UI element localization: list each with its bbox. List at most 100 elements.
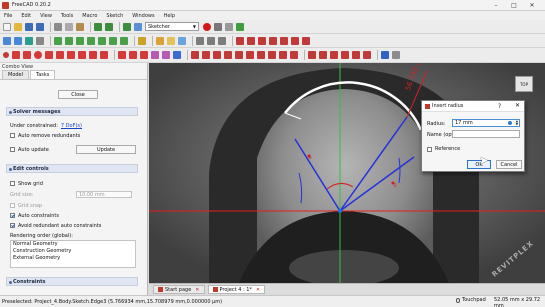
polygon-icon[interactable]: [89, 51, 97, 59]
point-icon[interactable]: [3, 52, 9, 58]
sketch-tool-3-icon[interactable]: [258, 36, 266, 45]
expression-binding-icon[interactable]: [508, 121, 512, 125]
line-icon[interactable]: [12, 51, 20, 59]
close-task-button[interactable]: Close: [58, 90, 98, 99]
auto-remove-redundants-checkbox[interactable]: [10, 133, 15, 138]
equal-constraint-icon[interactable]: [268, 51, 276, 59]
update-button[interactable]: Update: [76, 145, 136, 154]
reference-checkbox[interactable]: [427, 146, 432, 152]
perpendicular-constraint-icon[interactable]: [246, 51, 254, 59]
reference-row[interactable]: Reference: [427, 146, 460, 152]
link-icon[interactable]: [178, 36, 186, 45]
vertical-distance-icon[interactable]: [330, 51, 338, 59]
open-file-icon[interactable]: [14, 22, 22, 31]
auto-constraints-checkbox[interactable]: [10, 213, 15, 218]
show-grid-row[interactable]: Show grid: [10, 180, 43, 187]
minimize-button[interactable]: –: [489, 0, 503, 11]
radius-input[interactable]: 17 mm ▲ ▼: [452, 119, 520, 127]
circle-icon[interactable]: [34, 51, 42, 59]
3d-viewport[interactable]: 8 8 56.732 mm: [149, 63, 545, 283]
fillet-icon[interactable]: [118, 51, 126, 59]
edit-macro-icon[interactable]: [225, 22, 233, 31]
symmetric-constraint-icon[interactable]: [279, 51, 287, 59]
sketch-tool-5-icon[interactable]: [280, 36, 288, 45]
sketch-tool-7-icon[interactable]: [302, 36, 310, 45]
dialog-close-button[interactable]: ✕: [515, 102, 520, 109]
edit-controls-header[interactable]: Edit controls: [6, 164, 138, 173]
lock-constraint-icon[interactable]: [308, 51, 316, 59]
redo-icon[interactable]: [105, 22, 113, 31]
sketch-tool-2-icon[interactable]: [247, 36, 255, 45]
menu-help[interactable]: Help: [164, 13, 175, 19]
workbench-selector[interactable]: Sketcher ▼: [145, 22, 199, 31]
list-item[interactable]: External Geometry: [13, 255, 135, 262]
cut-icon[interactable]: [54, 22, 62, 31]
constraints-header[interactable]: Constraints: [6, 277, 138, 286]
menu-edit[interactable]: Edit: [21, 13, 31, 19]
show-grid-checkbox[interactable]: [10, 181, 15, 186]
distance-constraint-icon[interactable]: [341, 51, 349, 59]
fit-all-icon[interactable]: [3, 36, 11, 45]
conic-icon[interactable]: [45, 51, 53, 59]
navigation-cube[interactable]: TOP: [515, 76, 533, 92]
view-sketch-icon[interactable]: [207, 36, 215, 45]
spin-arrows-icon[interactable]: ▲ ▼: [516, 120, 518, 126]
horizontal-constraint-icon[interactable]: [224, 51, 232, 59]
toggle-active-icon[interactable]: [392, 51, 400, 59]
whats-this-icon[interactable]: [134, 22, 142, 31]
horizontal-distance-icon[interactable]: [319, 51, 327, 59]
rendering-order-list[interactable]: Normal Geometry Construction Geometry Ex…: [10, 240, 136, 268]
tab-tasks[interactable]: Tasks: [30, 70, 56, 79]
close-tab-icon[interactable]: ✕: [256, 287, 260, 293]
sketch-tool-4-icon[interactable]: [269, 36, 277, 45]
paste-icon[interactable]: [76, 22, 84, 31]
menu-file[interactable]: File: [4, 13, 12, 19]
isometric-view-icon[interactable]: [54, 36, 62, 45]
avoid-redundant-row[interactable]: Avoid redundant auto constraints: [10, 222, 101, 229]
new-file-icon[interactable]: [3, 22, 11, 31]
grid-snap-checkbox[interactable]: [10, 203, 15, 208]
extend-icon[interactable]: [140, 51, 148, 59]
point-on-object-icon[interactable]: [202, 51, 210, 59]
auto-update-row[interactable]: Auto update: [10, 146, 49, 153]
navigation-style-selector[interactable]: Touchpad: [456, 297, 486, 303]
dof-link[interactable]: 7 DoF(s): [61, 123, 82, 129]
slot-icon[interactable]: [100, 51, 108, 59]
sketch-tool-6-icon[interactable]: [291, 36, 299, 45]
grid-size-input[interactable]: 10.00 mm: [76, 191, 132, 198]
tab-model[interactable]: Model: [2, 70, 30, 79]
tab-start-page[interactable]: Start page ✕: [153, 285, 205, 294]
top-view-icon[interactable]: [76, 36, 84, 45]
maximize-button[interactable]: □: [507, 0, 521, 11]
leave-sketch-icon[interactable]: [196, 36, 204, 45]
polyline-icon[interactable]: [67, 51, 75, 59]
solver-messages-header[interactable]: Solver messages: [6, 107, 138, 116]
view-section-icon[interactable]: [218, 36, 226, 45]
save-icon[interactable]: [25, 22, 33, 31]
close-window-button[interactable]: ✕: [525, 0, 539, 11]
create-group-icon[interactable]: [167, 36, 175, 45]
right-view-icon[interactable]: [87, 36, 95, 45]
construction-mode-icon[interactable]: [173, 51, 181, 59]
draw-style-icon[interactable]: [25, 36, 33, 45]
menu-tools[interactable]: Tools: [61, 13, 73, 19]
copy-icon[interactable]: [65, 22, 73, 31]
auto-update-checkbox[interactable]: [10, 147, 15, 152]
sketch-tool-1-icon[interactable]: [236, 36, 244, 45]
viewport-canvas[interactable]: 8 8: [149, 63, 545, 283]
menu-macro[interactable]: Macro: [82, 13, 97, 19]
avoid-redundant-checkbox[interactable]: [10, 223, 15, 228]
create-part-icon[interactable]: [156, 36, 164, 45]
close-tab-icon[interactable]: ✕: [195, 287, 199, 293]
menu-view[interactable]: View: [40, 13, 52, 19]
bspline-icon[interactable]: [56, 51, 64, 59]
tab-project-4[interactable]: Project 4 : 1* ✕: [207, 285, 266, 294]
name-input[interactable]: [452, 130, 520, 138]
toggle-driving-icon[interactable]: [381, 51, 389, 59]
list-item[interactable]: Construction Geometry: [13, 248, 135, 255]
measure-distance-icon[interactable]: [138, 36, 146, 45]
coincident-constraint-icon[interactable]: [191, 51, 199, 59]
angle-constraint-icon[interactable]: [363, 51, 371, 59]
auto-constraints-row[interactable]: Auto constraints: [10, 212, 59, 219]
save-as-icon[interactable]: [36, 22, 44, 31]
